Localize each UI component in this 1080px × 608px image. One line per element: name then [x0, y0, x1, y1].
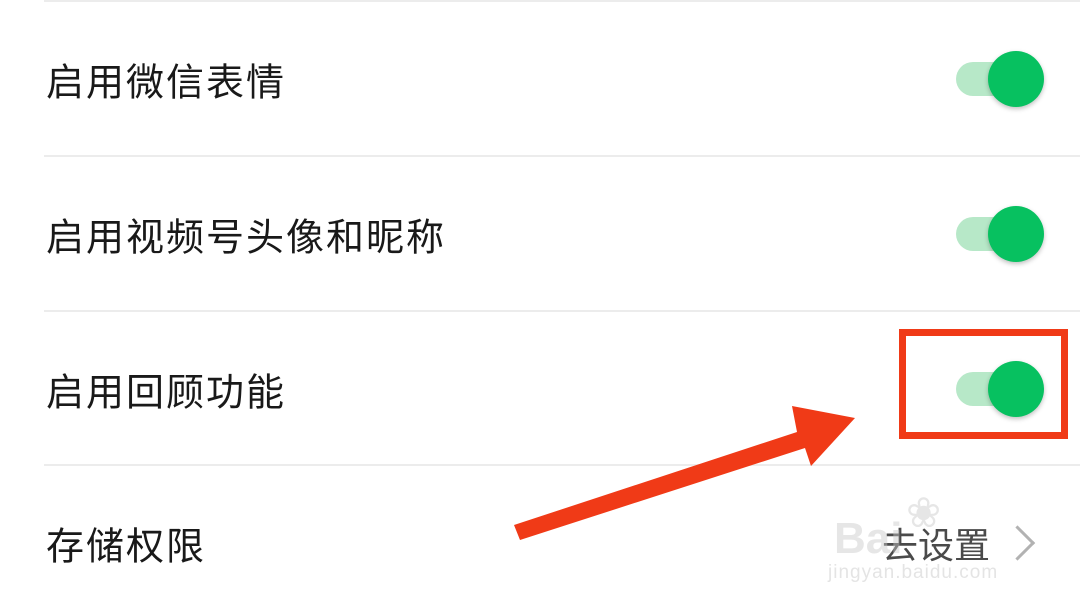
- annotation-highlight-box: [899, 329, 1068, 439]
- setting-label-channels-avatar: 启用视频号头像和昵称: [46, 215, 447, 260]
- chevron-right-icon[interactable]: [999, 525, 1036, 561]
- toggle-thumb: [988, 51, 1044, 107]
- setting-label-storage-permission: 存储权限: [46, 524, 207, 569]
- toggle-thumb: [988, 206, 1044, 262]
- setting-row-channels-avatar[interactable]: 启用视频号头像和昵称: [0, 157, 1080, 311]
- toggle-channels-avatar[interactable]: [954, 206, 1044, 262]
- setting-label-review: 启用回顾功能: [46, 370, 287, 415]
- settings-screen: 启用微信表情 启用视频号头像和昵称 启用回顾功能 存储权限 去设置 ❀ Bai …: [0, 0, 1080, 608]
- setting-row-storage-permission[interactable]: 存储权限 去设置: [0, 466, 1080, 608]
- toggle-wechat-emoji[interactable]: [954, 51, 1044, 107]
- setting-label-wechat-emoji: 启用微信表情: [46, 60, 287, 105]
- setting-row-wechat-emoji[interactable]: 启用微信表情: [0, 2, 1080, 156]
- go-settings-link[interactable]: 去设置: [882, 517, 990, 569]
